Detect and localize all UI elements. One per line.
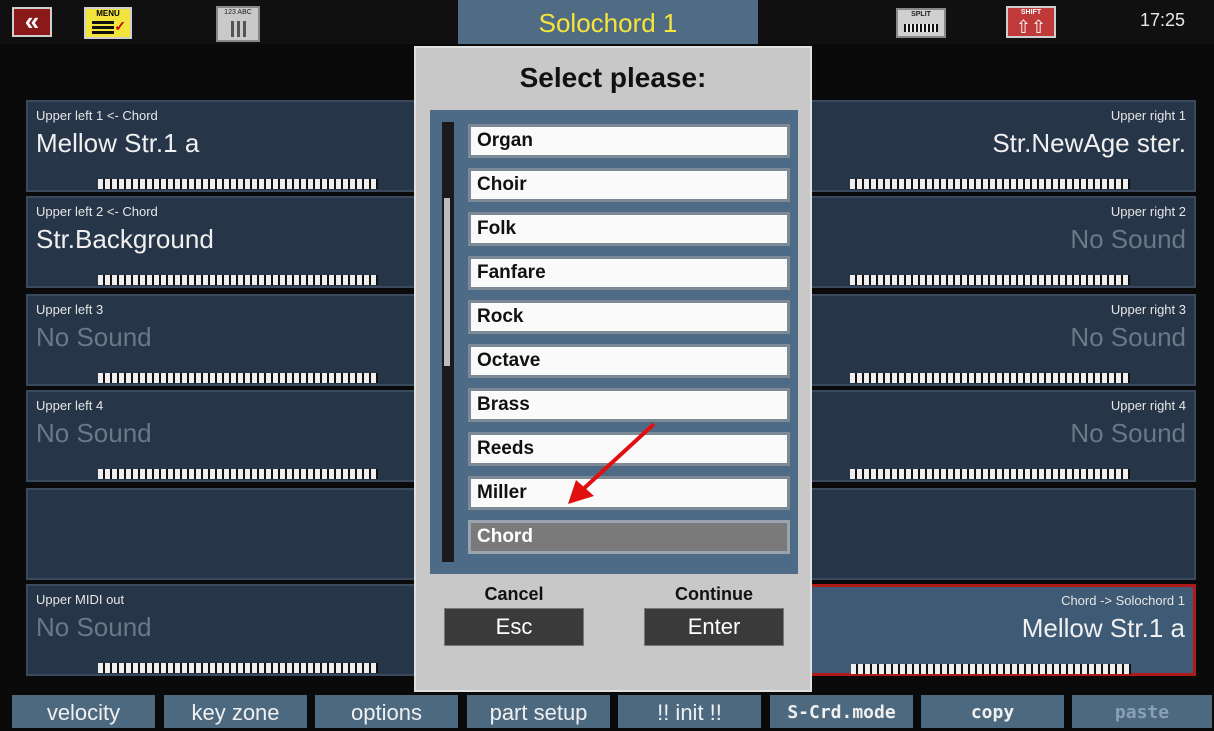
sound-name: Mellow Str.1 a: [1021, 613, 1185, 643]
panel-label: Upper left 4: [36, 398, 104, 413]
key-zone-button[interactable]: key zone: [164, 695, 307, 728]
panel-upper-right-4[interactable]: Upper right 4 No Sound: [792, 390, 1196, 482]
esc-button[interactable]: Esc: [444, 608, 584, 646]
panel-label: Upper right 3: [1110, 302, 1186, 317]
keyboard-icon: [904, 24, 938, 32]
panel-label: Upper left 3: [36, 302, 104, 317]
velocity-button[interactable]: velocity: [12, 695, 155, 728]
panel-upper-left-4[interactable]: Upper left 4 No Sound: [26, 390, 422, 482]
sound-name: No Sound: [36, 322, 152, 352]
panel-upper-left-2[interactable]: Upper left 2 <- Chord Str.Background: [26, 196, 422, 288]
panel-label: Upper left 2 <- Chord: [36, 204, 158, 219]
keyboard-range-icon: [851, 664, 1131, 674]
abc-keypad-button[interactable]: 123 ABC: [216, 6, 260, 42]
copy-button[interactable]: copy: [921, 695, 1064, 728]
menu-button[interactable]: MENU ✓: [84, 7, 132, 39]
s-crd-mode-button[interactable]: S-Crd.mode: [770, 695, 913, 728]
scrollbar[interactable]: [442, 122, 454, 562]
list-item-brass[interactable]: Brass: [468, 388, 790, 422]
panel-label: Upper right 1: [1110, 108, 1186, 123]
split-label: SPLIT: [911, 11, 931, 18]
shift-button[interactable]: SHIFT ⇧⇧: [1006, 6, 1056, 38]
panel-upper-right-2[interactable]: Upper right 2 No Sound: [792, 196, 1196, 288]
keyboard-range-icon: [850, 373, 1130, 383]
enter-button[interactable]: Enter: [644, 608, 784, 646]
sound-name: No Sound: [1070, 418, 1186, 448]
list-item-octave[interactable]: Octave: [468, 344, 790, 378]
sound-name: Str.Background: [36, 224, 214, 254]
keyboard-range-icon: [98, 373, 378, 383]
panel-empty-right: [792, 488, 1196, 580]
scrollbar-thumb[interactable]: [444, 198, 450, 366]
panel-empty-left: [26, 488, 422, 580]
panel-label: Upper MIDI out: [36, 592, 125, 607]
menu-list-icon: [92, 21, 114, 35]
dialog-title: Select please:: [519, 62, 707, 93]
init-button[interactable]: !! init !!: [618, 695, 761, 728]
list-item-organ[interactable]: Organ: [468, 124, 790, 158]
keyboard-range-icon: [850, 179, 1130, 189]
sound-name: No Sound: [1070, 224, 1186, 254]
sound-name: No Sound: [36, 612, 152, 642]
annotation-arrow-icon: [568, 422, 656, 504]
continue-label: Continue: [675, 584, 753, 604]
clock: 17:25: [1140, 10, 1186, 30]
sound-name: Mellow Str.1 a: [36, 128, 200, 158]
select-dialog: Select please: Organ Choir Folk Fanfare …: [414, 46, 812, 692]
panel-upper-left-1[interactable]: Upper left 1 <- Chord Mellow Str.1 a: [26, 100, 422, 192]
panel-label: Upper right 4: [1110, 398, 1186, 413]
shift-label: SHIFT: [1020, 9, 1042, 16]
keyboard-range-icon: [850, 275, 1130, 285]
cancel-label: Cancel: [484, 584, 544, 604]
keyboard-range-icon: [98, 663, 378, 673]
panel-upper-right-3[interactable]: Upper right 3 No Sound: [792, 294, 1196, 386]
shift-arrows-icon: ⇧⇧: [1015, 17, 1047, 37]
list-item-fanfare[interactable]: Fanfare: [468, 256, 790, 290]
keyboard-range-icon: [98, 469, 378, 479]
sound-name: Str.NewAge ster.: [992, 128, 1186, 158]
panel-upper-right-1[interactable]: Upper right 1 Str.NewAge ster.: [792, 100, 1196, 192]
keypad-icon: [231, 21, 247, 37]
sound-name: No Sound: [36, 418, 152, 448]
keyboard-range-icon: [98, 275, 378, 285]
double-chevron-left-icon: «: [24, 6, 40, 36]
page-title: Solochord 1: [458, 0, 758, 44]
list-item-chord[interactable]: Chord: [468, 520, 790, 554]
panel-upper-midi-out[interactable]: Upper MIDI out No Sound: [26, 584, 422, 676]
checkmark-icon: ✓: [114, 18, 126, 34]
list-item-rock[interactable]: Rock: [468, 300, 790, 334]
sound-name: No Sound: [1070, 322, 1186, 352]
split-button[interactable]: SPLIT: [896, 8, 946, 38]
panel-upper-left-3[interactable]: Upper left 3 No Sound: [26, 294, 422, 386]
list-item-folk[interactable]: Folk: [468, 212, 790, 246]
back-button[interactable]: «: [12, 7, 52, 37]
keyboard-range-icon: [98, 179, 378, 189]
menu-label: MENU: [96, 9, 120, 18]
list-item-choir[interactable]: Choir: [468, 168, 790, 202]
part-setup-button[interactable]: part setup: [467, 695, 610, 728]
paste-button[interactable]: paste: [1072, 695, 1212, 728]
panel-label: Chord -> Solochord 1: [1061, 593, 1185, 608]
options-button[interactable]: options: [315, 695, 458, 728]
keyboard-range-icon: [850, 469, 1130, 479]
abc-label: 123 ABC: [224, 9, 252, 16]
panel-solochord-1[interactable]: Chord -> Solochord 1 Mellow Str.1 a: [792, 584, 1196, 676]
panel-label: Upper right 2: [1110, 204, 1186, 219]
panel-label: Upper left 1 <- Chord: [36, 108, 158, 123]
